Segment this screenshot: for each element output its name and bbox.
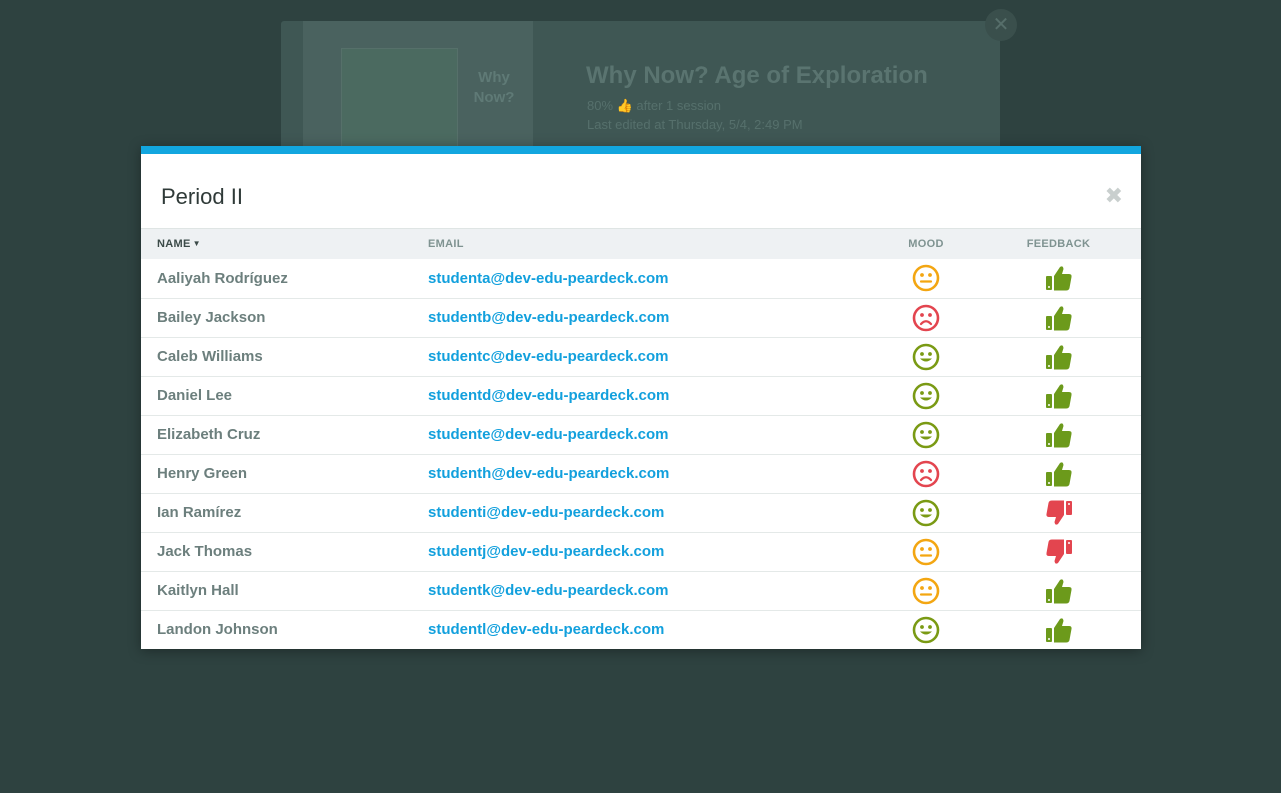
column-header-mood[interactable]: MOOD: [876, 229, 976, 259]
student-name: Daniel Lee: [157, 387, 233, 404]
background-lesson-edited: Last edited at Thursday, 5/4, 2:49 PM: [587, 117, 803, 132]
background-lesson-stats: 80% 👍 after 1 session: [587, 98, 721, 113]
student-email-link[interactable]: studentl@dev-edu-peardeck.com: [428, 610, 876, 649]
happy-face-icon: [876, 415, 976, 454]
happy-face-icon: [876, 376, 976, 415]
thumbs-up-icon: [976, 259, 1141, 298]
student-name: Henry Green: [157, 465, 248, 482]
student-email-link[interactable]: studenti@dev-edu-peardeck.com: [428, 493, 876, 532]
background-close-icon: ✕: [985, 9, 1017, 41]
student-name: Elizabeth Cruz: [157, 426, 261, 443]
table-row: Aaliyah Rodríguez studenta@dev-edu-peard…: [141, 259, 1141, 298]
student-name: Ian Ramírez: [157, 504, 242, 521]
background-thumb-label: Why Now?: [473, 69, 515, 106]
table-row: Jack Thomas studentj@dev-edu-peardeck.co…: [141, 532, 1141, 571]
period-modal: Period II ✖ NAME ▼ EMAIL MOOD FEEDBACK Aa…: [141, 146, 1141, 649]
thumbs-up-icon: [976, 454, 1141, 493]
student-name: Jack Thomas: [157, 543, 253, 560]
table-row: Caleb Williams studentc@dev-edu-peardeck…: [141, 337, 1141, 376]
table-body: Aaliyah Rodríguez studenta@dev-edu-peard…: [141, 259, 1141, 649]
table-row: Landon Johnson studentl@dev-edu-peardeck…: [141, 610, 1141, 649]
table-row: Daniel Lee studentd@dev-edu-peardeck.com: [141, 376, 1141, 415]
students-table: NAME ▼ EMAIL MOOD FEEDBACK Aaliyah Rodríg…: [141, 229, 1141, 649]
sad-face-icon: [876, 298, 976, 337]
happy-face-icon: [876, 610, 976, 649]
table-row: Kaitlyn Hall studentk@dev-edu-peardeck.c…: [141, 571, 1141, 610]
modal-accent-bar: [141, 146, 1141, 154]
student-name: Landon Johnson: [157, 621, 278, 639]
thumbs-up-icon: [976, 415, 1141, 454]
table-row: Elizabeth Cruz studente@dev-edu-peardeck…: [141, 415, 1141, 454]
happy-face-icon: [876, 337, 976, 376]
student-email-link[interactable]: studentj@dev-edu-peardeck.com: [428, 532, 876, 571]
table-row: Bailey Jackson studentb@dev-edu-peardeck…: [141, 298, 1141, 337]
column-header-email[interactable]: EMAIL: [428, 229, 876, 259]
student-email-link[interactable]: studentb@dev-edu-peardeck.com: [428, 298, 876, 337]
modal-header: Period II ✖: [141, 154, 1141, 229]
thumbs-down-icon: [976, 532, 1141, 571]
happy-face-icon: [876, 493, 976, 532]
student-email-link[interactable]: studentc@dev-edu-peardeck.com: [428, 337, 876, 376]
neutral-face-icon: [876, 259, 976, 298]
student-name: Bailey Jackson: [157, 309, 266, 326]
close-icon[interactable]: ✖: [1105, 185, 1123, 207]
student-name: Kaitlyn Hall: [157, 582, 239, 599]
background-lesson-thumbnail: [341, 48, 458, 150]
student-email-link[interactable]: studentk@dev-edu-peardeck.com: [428, 571, 876, 610]
table-row: Henry Green studenth@dev-edu-peardeck.co…: [141, 454, 1141, 493]
table-header-row: NAME ▼ EMAIL MOOD FEEDBACK: [141, 229, 1141, 259]
thumbs-up-icon: [976, 610, 1141, 649]
thumbs-up-icon: [976, 376, 1141, 415]
thumbs-up-icon: [976, 337, 1141, 376]
sort-caret-icon: ▼: [192, 239, 201, 248]
student-name: Caleb Williams: [157, 348, 263, 365]
student-email-link[interactable]: studenta@dev-edu-peardeck.com: [428, 259, 876, 298]
thumbs-down-icon: [976, 493, 1141, 532]
student-email-link[interactable]: studenth@dev-edu-peardeck.com: [428, 454, 876, 493]
student-email-link[interactable]: studente@dev-edu-peardeck.com: [428, 415, 876, 454]
sad-face-icon: [876, 454, 976, 493]
background-lesson-title: Why Now? Age of Exploration: [586, 62, 928, 89]
thumbs-up-icon: [976, 571, 1141, 610]
student-email-link[interactable]: studentd@dev-edu-peardeck.com: [428, 376, 876, 415]
neutral-face-icon: [876, 571, 976, 610]
neutral-face-icon: [876, 532, 976, 571]
column-header-feedback[interactable]: FEEDBACK: [976, 229, 1141, 259]
thumbs-up-icon: [976, 298, 1141, 337]
modal-title: Period II: [161, 184, 243, 209]
student-name: Aaliyah Rodríguez: [157, 269, 288, 287]
table-row: Ian Ramírez studenti@dev-edu-peardeck.co…: [141, 493, 1141, 532]
column-header-name[interactable]: NAME ▼: [141, 229, 428, 259]
